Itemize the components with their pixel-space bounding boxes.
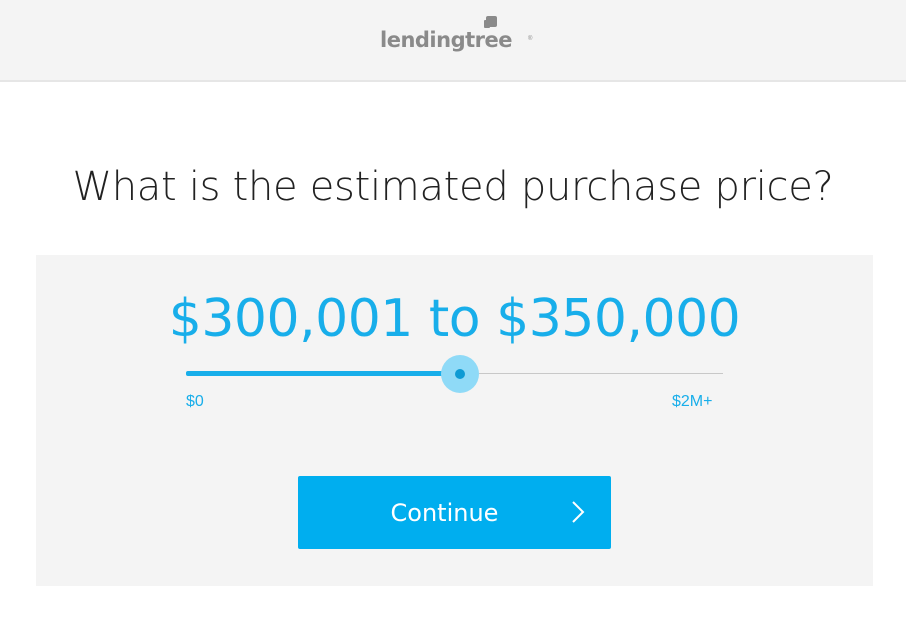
continue-label: Continue: [390, 499, 499, 527]
page-question: What is the estimated purchase price?: [72, 164, 834, 210]
price-panel: $300,001 to $350,000 $0 $2M+ Continue: [36, 255, 873, 586]
lendingtree-logo[interactable]: lendingtree ®: [380, 16, 540, 56]
logo-text: lendingtree: [380, 28, 512, 52]
price-range-value: $300,001 to $350,000: [168, 289, 741, 349]
slider-min-label: $0: [186, 393, 204, 410]
slider-max-label: $2M+: [672, 393, 713, 410]
logo-trademark: ®: [528, 36, 533, 42]
slider-thumb[interactable]: [440, 355, 479, 393]
logo-leaf-icon: [484, 16, 497, 28]
slider-thumb-dot: [454, 369, 465, 379]
slider-fill: [186, 371, 460, 376]
header: lendingtree ®: [0, 0, 906, 82]
continue-button[interactable]: Continue: [298, 476, 611, 549]
chevron-right-icon: [572, 501, 585, 523]
